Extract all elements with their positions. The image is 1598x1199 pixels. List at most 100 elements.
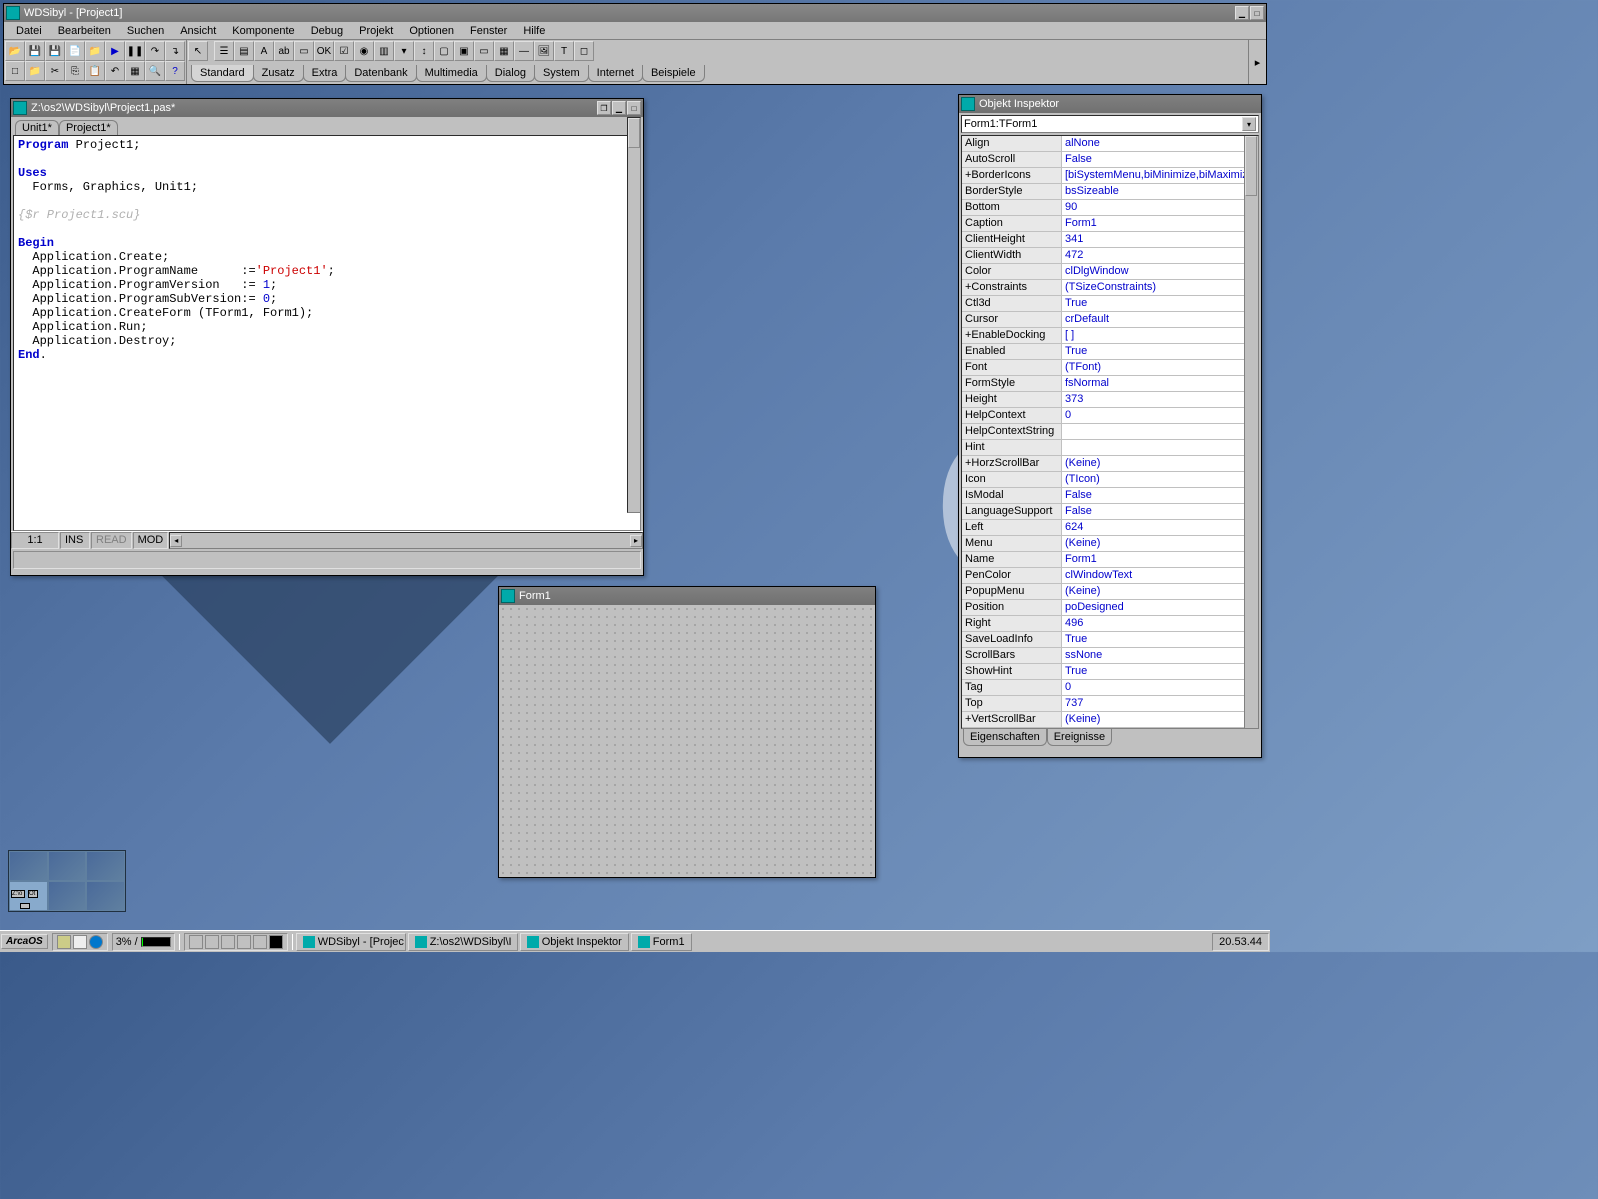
- property-row[interactable]: Font(TFont): [962, 360, 1258, 376]
- comp-memo-button[interactable]: ▭: [294, 41, 314, 61]
- start-button[interactable]: ArcaOS: [1, 934, 48, 949]
- property-value[interactable]: 737: [1062, 696, 1258, 711]
- hscroll-right-button[interactable]: ▸: [630, 535, 642, 547]
- comp-panel-button[interactable]: ▭: [474, 41, 494, 61]
- comp-radiogroup-button[interactable]: ▣: [454, 41, 474, 61]
- property-row[interactable]: ClientWidth472: [962, 248, 1258, 264]
- pager-desktop-1[interactable]: [9, 851, 48, 881]
- property-row[interactable]: Top737: [962, 696, 1258, 712]
- property-value[interactable]: fsNormal: [1062, 376, 1258, 391]
- run-button[interactable]: ▶: [105, 41, 125, 61]
- property-row[interactable]: Hint: [962, 440, 1258, 456]
- property-row[interactable]: CursorcrDefault: [962, 312, 1258, 328]
- comp-label-button[interactable]: A: [254, 41, 274, 61]
- property-value[interactable]: poDesigned: [1062, 600, 1258, 615]
- task-editor[interactable]: Z:\os2\WDSibyl\I: [408, 933, 518, 951]
- property-value[interactable]: 341: [1062, 232, 1258, 247]
- palette-tab-extra[interactable]: Extra: [303, 65, 347, 82]
- property-row[interactable]: CaptionForm1: [962, 216, 1258, 232]
- form-design-surface[interactable]: [499, 605, 875, 877]
- palette-overflow-button[interactable]: ▸: [1248, 40, 1266, 84]
- comp-groupbox-button[interactable]: ▢: [434, 41, 454, 61]
- property-row[interactable]: NameForm1: [962, 552, 1258, 568]
- property-value[interactable]: (TIcon): [1062, 472, 1258, 487]
- menu-projekt[interactable]: Projekt: [351, 23, 401, 39]
- palette-tab-beispiele[interactable]: Beispiele: [642, 65, 705, 82]
- property-row[interactable]: PositionpoDesigned: [962, 600, 1258, 616]
- editor-restore-button[interactable]: ❐: [597, 101, 611, 115]
- menu-komponente[interactable]: Komponente: [224, 23, 302, 39]
- menu-debug[interactable]: Debug: [303, 23, 351, 39]
- hscroll-left-button[interactable]: ◂: [170, 535, 182, 547]
- inspector-titlebar[interactable]: Objekt Inspektor: [959, 95, 1261, 113]
- property-value[interactable]: (Keine): [1062, 536, 1258, 551]
- copy-button[interactable]: ⎘: [65, 61, 85, 81]
- editor-tab-project1[interactable]: Project1*: [59, 120, 118, 135]
- property-row[interactable]: EnabledTrue: [962, 344, 1258, 360]
- property-value[interactable]: True: [1062, 344, 1258, 359]
- open-project-button[interactable]: 📁: [85, 41, 105, 61]
- ide-titlebar[interactable]: WDSibyl - [Project1] ▁ □: [4, 4, 1266, 22]
- tray-lock-icon[interactable]: [57, 935, 71, 949]
- inspector-tab-events[interactable]: Ereignisse: [1047, 729, 1112, 746]
- search-button[interactable]: 🔍: [145, 61, 165, 81]
- property-value[interactable]: ssNone: [1062, 648, 1258, 663]
- property-row[interactable]: ClientHeight341: [962, 232, 1258, 248]
- property-row[interactable]: Right496: [962, 616, 1258, 632]
- cut-button[interactable]: ✂: [45, 61, 65, 81]
- property-value[interactable]: True: [1062, 664, 1258, 679]
- property-value[interactable]: [ ]: [1062, 328, 1258, 343]
- menu-bearbeiten[interactable]: Bearbeiten: [50, 23, 119, 39]
- inspector-object-combo[interactable]: Form1:TForm1 ▾: [961, 115, 1259, 133]
- comp-combobox-button[interactable]: ▾: [394, 41, 414, 61]
- property-value[interactable]: Form1: [1062, 216, 1258, 231]
- minimize-button[interactable]: ▁: [1235, 6, 1249, 20]
- property-row[interactable]: +EnableDocking[ ]: [962, 328, 1258, 344]
- ql-icon-6[interactable]: [269, 935, 283, 949]
- property-row[interactable]: AlignalNone: [962, 136, 1258, 152]
- help-button[interactable]: ?: [165, 61, 185, 81]
- undo-button[interactable]: ↶: [105, 61, 125, 81]
- comp-mainmenu-button[interactable]: ☰: [214, 41, 234, 61]
- comp-grid-button[interactable]: ▦: [494, 41, 514, 61]
- property-row[interactable]: Left624: [962, 520, 1258, 536]
- task-inspector[interactable]: Objekt Inspektor: [520, 933, 629, 951]
- property-row[interactable]: Menu(Keine): [962, 536, 1258, 552]
- property-row[interactable]: Bottom90: [962, 200, 1258, 216]
- step-into-button[interactable]: ↴: [165, 41, 185, 61]
- property-value[interactable]: (TFont): [1062, 360, 1258, 375]
- pager-desktop-6[interactable]: [86, 881, 125, 911]
- property-value[interactable]: Form1: [1062, 552, 1258, 567]
- palette-tab-datenbank[interactable]: Datenbank: [345, 65, 416, 82]
- property-value[interactable]: crDefault: [1062, 312, 1258, 327]
- property-value[interactable]: 0: [1062, 680, 1258, 695]
- property-value[interactable]: 496: [1062, 616, 1258, 631]
- toggle-form-button[interactable]: ▦: [125, 61, 145, 81]
- property-row[interactable]: +HorzScrollBar(Keine): [962, 456, 1258, 472]
- property-value[interactable]: alNone: [1062, 136, 1258, 151]
- property-row[interactable]: SaveLoadInfoTrue: [962, 632, 1258, 648]
- property-value[interactable]: 472: [1062, 248, 1258, 263]
- property-row[interactable]: FormStylefsNormal: [962, 376, 1258, 392]
- code-editor[interactable]: Program Project1; Uses Forms, Graphics, …: [13, 135, 641, 531]
- pager-desktop-2[interactable]: [48, 851, 87, 881]
- property-row[interactable]: +Constraints(TSizeConstraints): [962, 280, 1258, 296]
- property-row[interactable]: HelpContextString: [962, 424, 1258, 440]
- ql-icon-5[interactable]: [253, 935, 267, 949]
- ql-icon-3[interactable]: [221, 935, 235, 949]
- property-row[interactable]: PopupMenu(Keine): [962, 584, 1258, 600]
- property-row[interactable]: Tag0: [962, 680, 1258, 696]
- menu-datei[interactable]: Datei: [8, 23, 50, 39]
- property-value[interactable]: (Keine): [1062, 456, 1258, 471]
- property-value[interactable]: (Keine): [1062, 712, 1258, 727]
- property-value[interactable]: clDlgWindow: [1062, 264, 1258, 279]
- palette-tab-internet[interactable]: Internet: [588, 65, 643, 82]
- comp-checkbox-button[interactable]: ☑: [334, 41, 354, 61]
- comp-popup-button[interactable]: ▤: [234, 41, 254, 61]
- open-file-button[interactable]: 📂: [5, 41, 25, 61]
- maximize-button[interactable]: □: [1250, 6, 1264, 20]
- editor-system-icon[interactable]: [13, 101, 27, 115]
- menu-suchen[interactable]: Suchen: [119, 23, 172, 39]
- arrow-tool-button[interactable]: ↖: [188, 41, 208, 61]
- editor-titlebar[interactable]: Z:\os2\WDSibyl\Project1.pas* ❐ ▁ □: [11, 99, 643, 117]
